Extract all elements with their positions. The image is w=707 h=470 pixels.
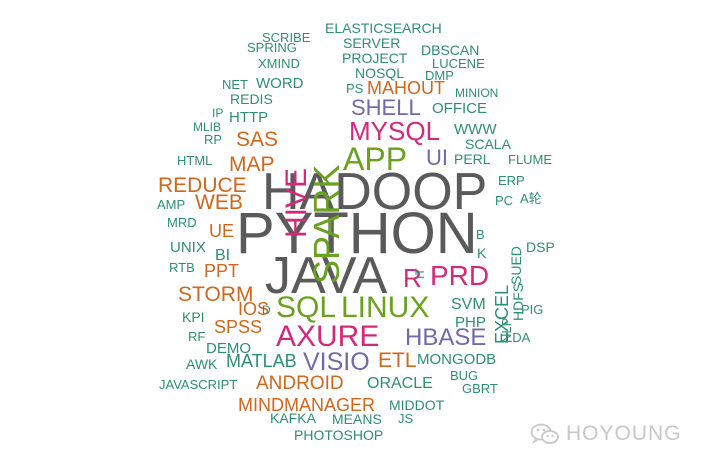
word-prd: PRD [430,260,490,291]
word-nlp: NLP [499,317,514,343]
word-visio: VISIO [303,348,370,376]
word-ppt: PPT [204,261,240,281]
word-rtb: RTB [169,260,195,275]
word-pc: PC [495,193,514,208]
word-word: WORD [256,75,304,92]
word-ps: PS [346,81,364,96]
word-dsp: DSP [526,239,555,255]
word-spring: SPRING [247,40,297,55]
word-it: IT [413,268,427,279]
word-android: ANDROID [256,373,344,394]
word-hdfs: HDFS [510,282,526,321]
word-sas: SAS [236,128,279,151]
word-spss: SPSS [214,317,263,337]
word-ip: IP [212,106,224,120]
word-cloud: ELASTICSEARCH SCRIBE SERVER SPRING DBSCA… [0,0,707,470]
word-server: SERVER [343,35,401,51]
word-scala: SCALA [465,136,511,152]
watermark-text: HOYOUNG [566,422,682,445]
word-rf: RF [188,329,206,344]
word-matlab: MATLAB [226,351,297,371]
word-k: K [477,245,487,261]
word-b: B [476,227,485,242]
word-http: HTTP [229,109,269,126]
word-amp: AMP [157,197,186,212]
word-means: MEANS [332,411,382,427]
word-sued: SUED [508,246,524,285]
word-unix: UNIX [170,239,206,256]
word-elasticsearch: ELASTICSEARCH [325,20,442,36]
word-kpi: KPI [182,309,205,325]
word-minion: MINION [455,86,499,100]
watermark: HOYOUNG [530,421,682,447]
word-project: PROJECT [342,50,408,66]
word-flume: FLUME [508,152,553,167]
word-etl: ETL [378,349,417,372]
word-sql: SQL [276,291,337,324]
word-dbscan: DBSCAN [421,42,480,58]
word-xmind: XMIND [258,56,300,71]
word-ue: UE [209,221,235,241]
word-linux: LINUX [341,291,430,324]
word-javascript: JAVASCRIPT [159,377,238,392]
word-mongodb: MONGODB [417,351,497,368]
word-kafka: KAFKA [270,410,316,426]
word-middot: MIDDOT [389,397,445,413]
word-rp: RP [204,132,223,147]
word-a-round: A轮 [520,191,542,206]
word-svm: SVM [451,296,486,313]
word-mrd: MRD [167,215,197,230]
word-net: NET [222,77,248,92]
word-awk: AWK [186,356,218,372]
word-erp: ERP [498,173,525,188]
word-office: OFFICE [432,100,487,117]
word-js: JS [398,411,414,426]
word-oracle: ORACLE [367,375,433,392]
word-html: HTML [177,153,213,168]
word-gbrt: GBRT [462,381,498,396]
word-spark: SPARK [306,164,347,284]
word-hbase: HBASE [405,324,487,351]
word-d: D [262,303,271,317]
word-redis: REDIS [230,91,273,107]
wechat-icon [530,423,559,445]
word-photoshop: PHOTOSHOP [294,427,384,443]
word-www: WWW [454,121,497,138]
